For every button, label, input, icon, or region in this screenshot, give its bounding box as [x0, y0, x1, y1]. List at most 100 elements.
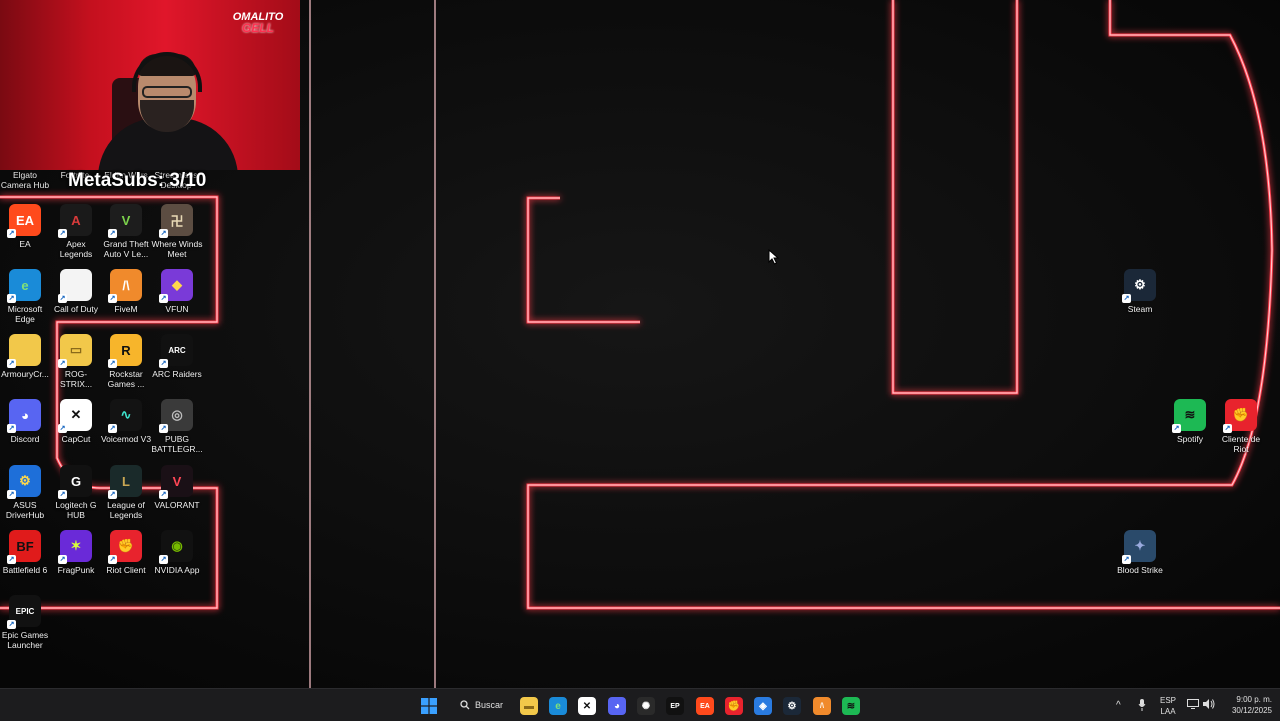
desktop-icon[interactable]: ✶ ↗ FragPunk — [50, 530, 102, 575]
file-explorer-icon[interactable]: ▬ — [520, 697, 538, 715]
desktop-icon[interactable]: V ↗ Grand Theft Auto V Le... — [100, 204, 152, 259]
capcut-icon[interactable]: ✕ — [578, 697, 596, 715]
riot-icon[interactable]: ✊ — [725, 697, 743, 715]
shortcut-arrow-icon: ↗ — [7, 555, 16, 564]
desktop-icon[interactable]: A ↗ Apex Legends — [50, 204, 102, 259]
shortcut-arrow-icon: ↗ — [58, 555, 67, 564]
shortcut-arrow-icon: ↗ — [7, 490, 16, 499]
desktop-icon[interactable]: ✦ ↗ Blood Strike — [1114, 530, 1166, 575]
chevron-up-icon[interactable]: ^ — [1116, 700, 1121, 711]
desktop-icon[interactable]: L ↗ League of Legends — [100, 465, 152, 520]
desktop-icon-label: Logitech G HUB — [55, 500, 97, 520]
steam-icon[interactable]: ⚙ — [783, 697, 801, 715]
display-icon[interactable] — [1187, 699, 1199, 712]
desktop-icon[interactable]: EPIC ↗ Epic Games Launcher — [0, 595, 51, 650]
fivem-icon[interactable]: /\ — [813, 697, 831, 715]
shortcut-arrow-icon: ↗ — [7, 620, 16, 629]
desktop-icon[interactable]: V ↗ VALORANT — [151, 465, 203, 510]
headset — [132, 52, 202, 92]
valorant-icon: V ↗ — [159, 465, 193, 499]
copilot-icon[interactable]: ◈ — [754, 697, 772, 715]
desktop-icon-label: Steam — [1127, 304, 1153, 314]
bloodstrike-icon: ✦ ↗ — [1122, 530, 1156, 564]
chatgpt-icon[interactable]: ✺ — [637, 697, 655, 715]
lang-top: ESP — [1160, 696, 1177, 705]
gta-icon: V ↗ — [108, 204, 142, 238]
desktop-icon-label: ROG-STRIX... — [59, 369, 93, 389]
desktop-icon-label: NVIDIA App — [154, 565, 200, 575]
desktop-icon[interactable]: ✊ ↗ Cliente de Riot — [1215, 399, 1267, 454]
desktop-icon[interactable]: R ↗ Rockstar Games ... — [100, 334, 152, 389]
desktop-icon[interactable]: ✕ ↗ CapCut — [50, 399, 102, 444]
webcam-overlay: OMALITO GELL — [0, 0, 300, 170]
clock[interactable]: 9:00 p. m. 30/12/2025 — [1226, 694, 1272, 716]
logitech-icon: G ↗ — [58, 465, 92, 499]
volume-icon[interactable] — [1203, 699, 1215, 712]
desktop-icon[interactable]: ≋ ↗ Spotify — [1164, 399, 1216, 444]
desktop-icon[interactable]: ∿ ↗ Voicemod V3 — [100, 399, 152, 444]
desktop-icon-label: Blood Strike — [1117, 565, 1163, 575]
desktop-icon-label: Discord — [10, 434, 40, 444]
desktop-icon[interactable]: BF ↗ Battlefield 6 — [0, 530, 51, 575]
discord-icon[interactable]: ◕ — [608, 697, 626, 715]
riot-icon: ✊ ↗ — [108, 530, 142, 564]
desktop-icon-label: ARC Raiders — [152, 369, 202, 379]
desktop-icon[interactable]: ARC ↗ ARC Raiders — [151, 334, 203, 379]
desktop-icon[interactable]: ↗ ArmouryCr... — [0, 334, 51, 379]
desktop-icon[interactable]: e ↗ Microsoft Edge — [0, 269, 51, 324]
shortcut-arrow-icon: ↗ — [1122, 555, 1131, 564]
desktop-icon-label: Rockstar Games ... — [107, 369, 145, 389]
desktop-icon[interactable]: ◕ ↗ Discord — [0, 399, 51, 444]
shortcut-arrow-icon: ↗ — [108, 424, 117, 433]
desktop-icon[interactable]: ◉ ↗ NVIDIA App — [151, 530, 203, 575]
desktop-icon[interactable]: ▭ ↗ ROG-STRIX... — [50, 334, 102, 389]
shortcut-arrow-icon: ↗ — [58, 359, 67, 368]
spotify-icon[interactable]: ≋ — [842, 697, 860, 715]
desktop-icon-label: FragPunk — [57, 565, 95, 575]
shortcut-arrow-icon: ↗ — [159, 555, 168, 564]
vfun-icon: ◆ ↗ — [159, 269, 193, 303]
desktop-icon-label: Battlefield 6 — [2, 565, 48, 575]
taskbar: Buscar ▬ e ✕ ◕ ✺ EP EA ✊ ◈ ⚙ /\ ≋ ^ ESP LAA 9:00 p.… — [0, 688, 1280, 721]
shortcut-arrow-icon: ↗ — [108, 229, 117, 238]
shortcut-arrow-icon: ↗ — [7, 294, 16, 303]
shortcut-arrow-icon: ↗ — [108, 294, 117, 303]
desktop-icon[interactable]: ↗ Call of Duty — [50, 269, 102, 314]
desktop-icon-label: PUBG BATTLEGR... — [151, 434, 203, 454]
wwm-icon: 卍 ↗ — [159, 204, 193, 238]
bf6-icon: BF ↗ — [7, 530, 41, 564]
desktop-icon[interactable]: ✊ ↗ Riot Client — [100, 530, 152, 575]
desktop-icon[interactable]: ◆ ↗ VFUN — [151, 269, 203, 314]
epic-icon: EPIC ↗ — [7, 595, 41, 629]
desktop-icon-label: Apex Legends — [59, 239, 93, 259]
shortcut-arrow-icon: ↗ — [58, 229, 67, 238]
desktop-icon[interactable]: ◎ ↗ PUBG BATTLEGR... — [151, 399, 203, 454]
apex-icon: A ↗ — [58, 204, 92, 238]
desktop-icon-label: Spotify — [1177, 434, 1203, 444]
desktop-icon[interactable]: ⚙ ↗ Steam — [1114, 269, 1166, 314]
shortcut-arrow-icon: ↗ — [7, 424, 16, 433]
desktop-icon[interactable]: G ↗ Logitech G HUB — [50, 465, 102, 520]
epic-icon[interactable]: EP — [666, 697, 684, 715]
search-icon — [460, 700, 470, 710]
desktop-icon-label[interactable]: Elgato Camera Hub — [0, 170, 50, 190]
desktop-icon-label: FiveM — [114, 304, 138, 314]
ea-icon[interactable]: EA — [696, 697, 714, 715]
clock-date: 30/12/2025 — [1231, 706, 1272, 715]
pubg-icon: ◎ ↗ — [159, 399, 193, 433]
desktop-icon[interactable]: EA ↗ EA — [0, 204, 51, 249]
edge-icon[interactable]: e — [549, 697, 567, 715]
taskbar-search[interactable]: Buscar — [450, 694, 510, 716]
clock-time: 9:00 p. m. — [1236, 695, 1272, 704]
language-indicator[interactable]: ESP LAA — [1160, 695, 1176, 717]
desktop-icon[interactable]: 卍 ↗ Where Winds Meet — [151, 204, 203, 259]
desktop-icon[interactable]: ⚙ ↗ ASUS DriverHub — [0, 465, 51, 520]
start-button[interactable] — [420, 697, 438, 715]
capcut-icon: ✕ ↗ — [58, 399, 92, 433]
microphone-icon[interactable] — [1138, 699, 1146, 714]
lol-icon: L ↗ — [108, 465, 142, 499]
fragpunk-icon: ✶ ↗ — [58, 530, 92, 564]
desktop-icon[interactable]: /\ ↗ FiveM — [100, 269, 152, 314]
shortcut-arrow-icon: ↗ — [159, 424, 168, 433]
shortcut-arrow-icon: ↗ — [108, 555, 117, 564]
